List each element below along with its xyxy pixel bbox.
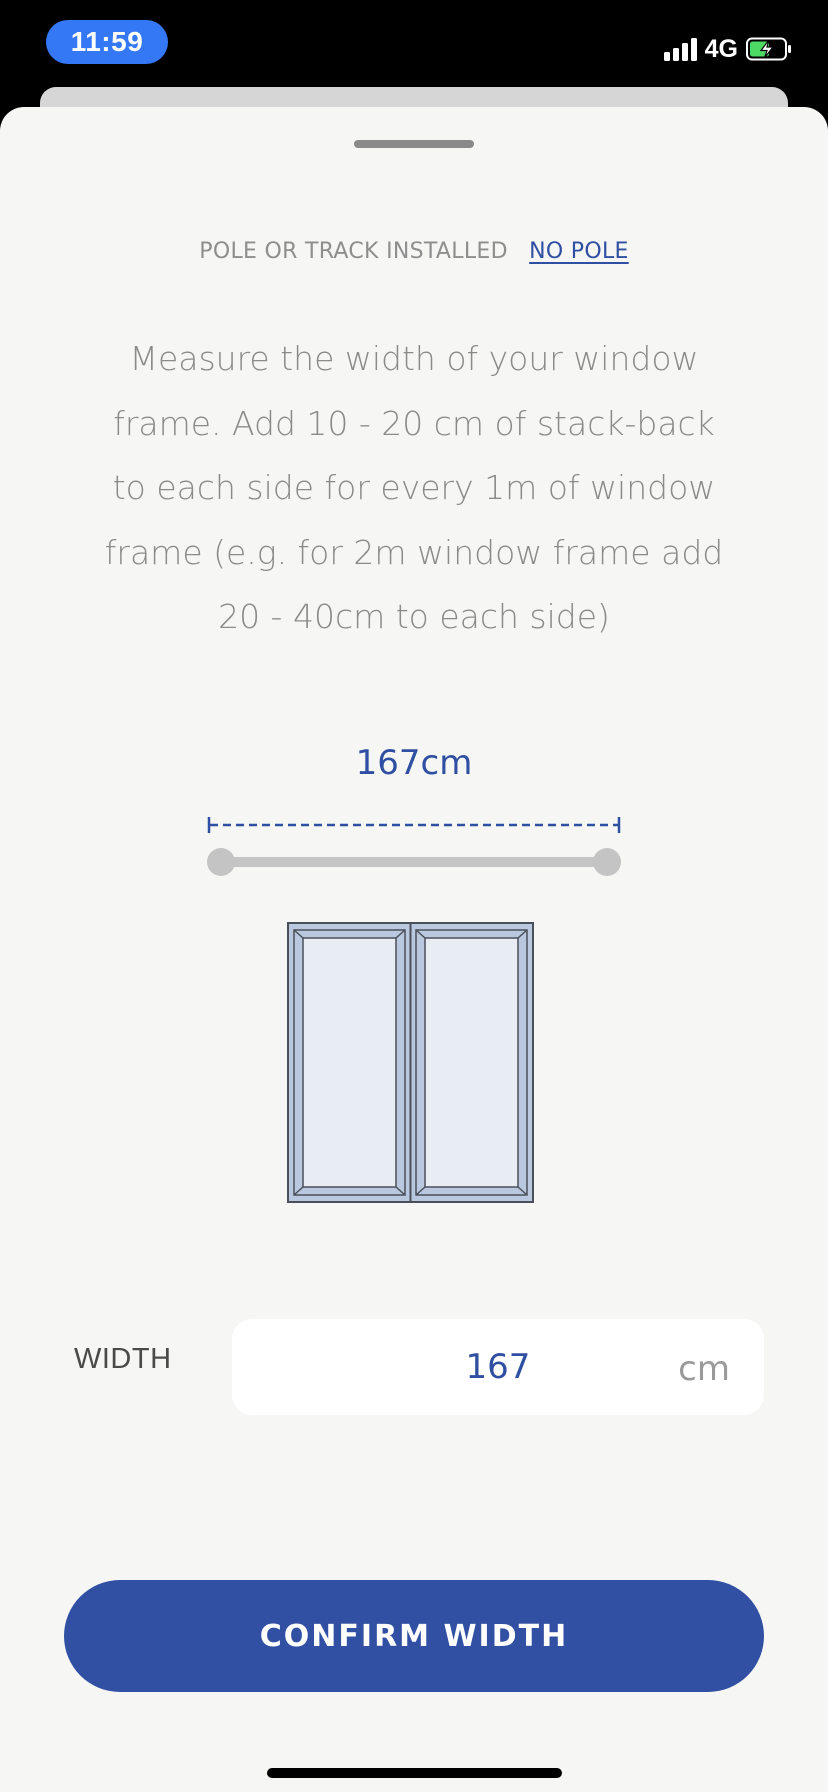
network-type: 4G (704, 34, 738, 63)
status-time: 11:59 (46, 20, 168, 64)
window-icon (287, 922, 534, 1203)
curtain-pole-icon (207, 848, 621, 876)
width-unit: cm (678, 1349, 730, 1389)
measure-width-sheet: POLE OR TRACK INSTALLED NO POLE Measure … (0, 107, 828, 1792)
battery-charging-icon (746, 37, 791, 61)
measurement-display: 167cm (355, 743, 473, 783)
pole-status-line: POLE OR TRACK INSTALLED NO POLE (0, 239, 828, 264)
sheet-grabber[interactable] (354, 140, 474, 148)
home-indicator[interactable] (267, 1768, 562, 1778)
status-bar: 11:59 4G (0, 0, 828, 90)
width-label: WIDTH (74, 1343, 172, 1375)
dimension-line-icon (207, 817, 621, 833)
signal-icon (663, 37, 697, 61)
status-indicators: 4G (663, 34, 792, 64)
measure-instructions: Measure the width of your window frame. … (104, 339, 724, 636)
pole-status-label: POLE OR TRACK INSTALLED (199, 239, 508, 264)
confirm-width-button[interactable]: CONFIRM WIDTH (64, 1580, 764, 1692)
no-pole-link[interactable]: NO POLE (529, 239, 629, 264)
width-input[interactable]: 167 cm (232, 1319, 764, 1415)
